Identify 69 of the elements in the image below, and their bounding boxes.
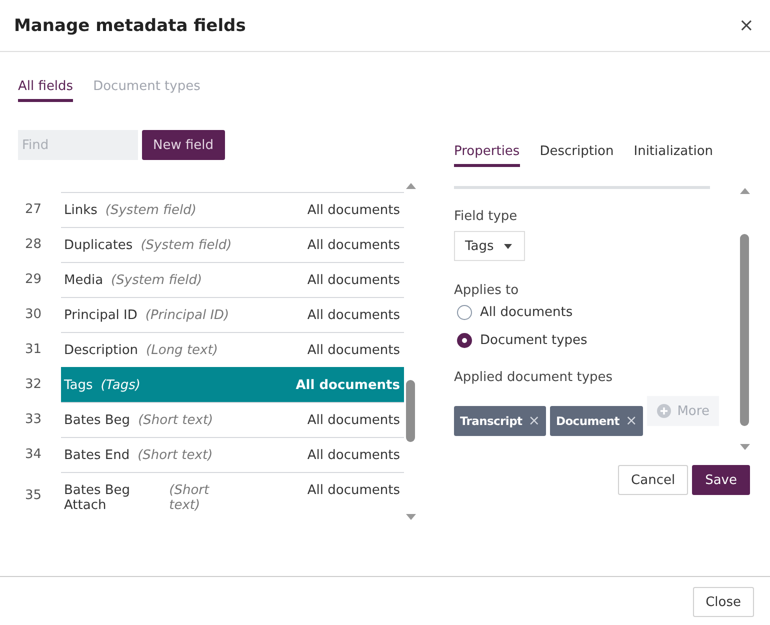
row-number: 29 (24, 272, 43, 287)
scroll-up-icon[interactable] (406, 183, 416, 189)
applies-to-text: All documents (307, 238, 400, 252)
applies-to-text: All documents (307, 483, 400, 498)
field-row[interactable]: 27 Links (System field) All documents (18, 192, 404, 227)
row-number: 32 (24, 377, 43, 392)
field-row[interactable]: 33 Bates Beg (Short text) All documents (18, 402, 404, 437)
row-number: 34 (24, 447, 43, 462)
field-type: (Short text) (169, 483, 210, 513)
applies-to-label: Applies to (454, 283, 520, 298)
tab[interactable]: Description (540, 144, 614, 167)
caret-icon (504, 244, 512, 248)
row-number: 27 (24, 202, 43, 217)
field-type: (Long text) (146, 342, 218, 358)
field-row[interactable]: 29 Media (System field) All documents (18, 262, 404, 297)
tab[interactable]: Properties (454, 144, 520, 167)
field-name: Duplicates (64, 238, 133, 252)
field-type: (Tags) (100, 378, 140, 392)
applies-to-text: All documents (307, 412, 400, 428)
field-type: (Short text) (138, 448, 213, 462)
row-number: 30 (24, 307, 43, 322)
field-type: (Principal ID) (145, 308, 230, 322)
applies-to-text: All documents (296, 378, 400, 392)
field-name: Bates Beg Attach (64, 483, 132, 513)
field-row[interactable]: 34 Bates End (Short text) All documents (18, 437, 404, 472)
field-row[interactable]: 30 Principal ID (Principal ID) All documents (18, 297, 404, 332)
row-number: 28 (24, 237, 43, 252)
field-name: Bates Beg (64, 412, 130, 428)
radio-option[interactable]: Document types (454, 326, 588, 354)
applies-to-text: All documents (307, 308, 400, 322)
field-type-label: Field type (454, 209, 518, 224)
applies-to-text: All documents (307, 342, 400, 358)
field-name: Tags (64, 378, 93, 392)
field-type: (System field) (111, 272, 202, 288)
close-button[interactable]: Close (692, 587, 754, 617)
applies-to-text: All documents (307, 202, 400, 218)
field-type-dropdown[interactable]: Tags (454, 231, 525, 261)
field-row[interactable]: 35 Bates Beg Attach (Short text) All documents (18, 472, 404, 518)
field-type: (System field) (105, 202, 196, 218)
document-type-tag: Transcript × (454, 406, 546, 436)
scroll-up-icon[interactable] (740, 188, 750, 194)
scrollbar-thumb[interactable] (406, 380, 415, 442)
applies-to-text: All documents (307, 272, 400, 288)
radio-option[interactable]: All documents (454, 298, 573, 326)
row-number: 31 (24, 342, 43, 357)
field-name: Bates End (64, 448, 130, 462)
save-button[interactable]: Save (692, 465, 750, 495)
row-number: 35 (24, 488, 43, 502)
field-name: Principal ID (64, 308, 138, 322)
new-field-button[interactable]: New field (142, 130, 225, 160)
field-type: (Short text) (138, 412, 214, 428)
scrollbar-thumb[interactable] (740, 234, 749, 426)
cancel-button[interactable]: Cancel (618, 465, 688, 495)
field-name: Description (64, 342, 138, 358)
scroll-down-icon[interactable] (740, 444, 750, 450)
tab[interactable]: Initialization (634, 144, 714, 167)
find-field[interactable]: Find (18, 130, 138, 160)
tab[interactable]: All fields (18, 78, 74, 102)
plus-circle-icon (657, 404, 672, 418)
dialog-title: Manage metadata fields (14, 16, 246, 36)
applies-to-text: All documents (307, 448, 400, 462)
applied-types-label: Applied document types (454, 370, 614, 385)
field-row[interactable]: 28 Duplicates (System field) All documents (18, 227, 404, 262)
field-type: (System field) (140, 238, 232, 252)
row-number: 33 (24, 412, 43, 427)
scroll-down-icon[interactable] (406, 514, 416, 520)
field-name: Media (64, 272, 104, 288)
document-type-tag: Document × (550, 406, 644, 436)
field-name: Links (64, 202, 98, 218)
